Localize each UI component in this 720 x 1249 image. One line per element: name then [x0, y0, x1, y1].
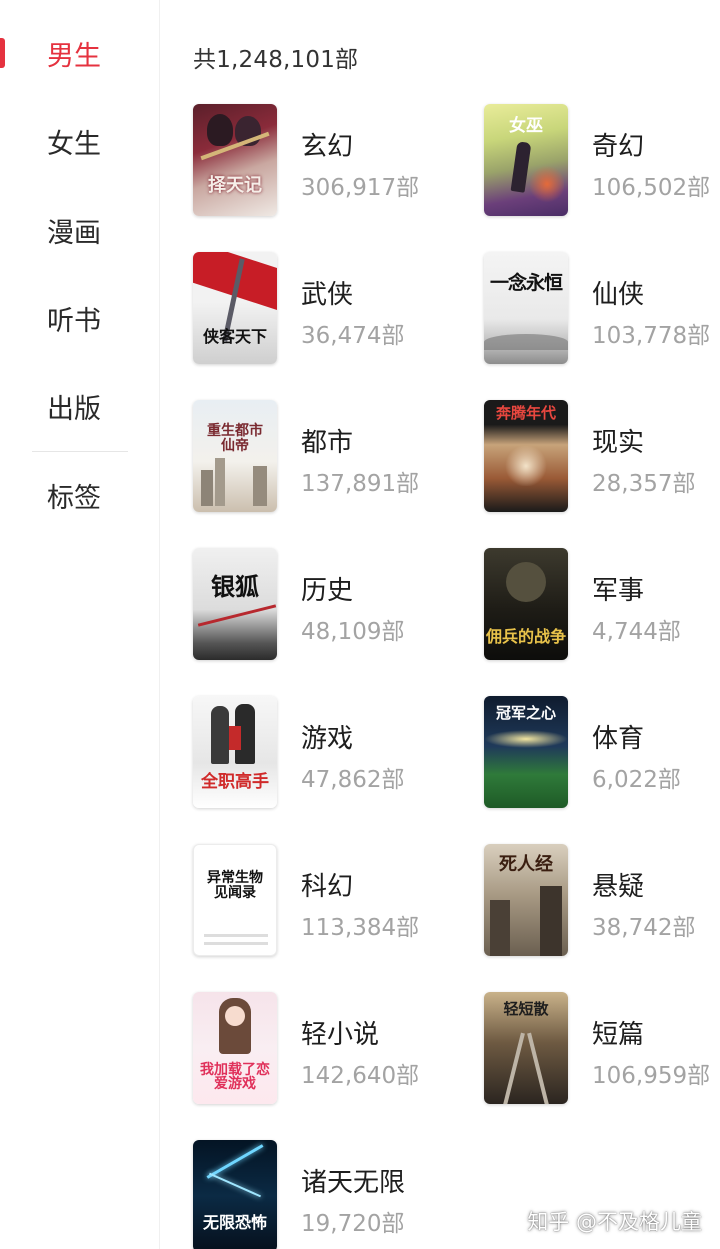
category-name: 历史 [301, 576, 354, 606]
book-cover: 女巫 [484, 104, 568, 216]
sidebar-item-tags[interactable]: 标签 [0, 465, 160, 525]
book-cover: 侠客天下 [193, 252, 277, 364]
sidebar-item-label: 标签 [47, 482, 101, 514]
category-count: 6,022部 [592, 767, 681, 793]
sidebar-item-comics[interactable]: 漫画 [0, 200, 160, 260]
cover-title: 死人经 [499, 854, 553, 875]
cover-title: 全职高手 [201, 772, 269, 793]
sidebar-item-male[interactable]: 男生 [0, 23, 160, 83]
category-name: 都市 [301, 428, 354, 458]
book-cover: 全职高手 [193, 696, 277, 808]
cover-title: 择天记 [208, 175, 262, 197]
category-name: 短篇 [592, 1020, 645, 1050]
category-name: 悬疑 [592, 872, 645, 902]
cover-title: 轻短散 [503, 1000, 549, 1018]
category-name: 玄幻 [301, 132, 354, 162]
book-cover: 重生都市仙帝 [193, 400, 277, 512]
category-name: 奇幻 [592, 132, 645, 162]
cover-title: 女巫 [509, 116, 543, 136]
category-name: 军事 [592, 576, 645, 606]
cover-title: 银狐 [211, 572, 259, 601]
category-item-qingxiaoshuo[interactable]: 我加载了恋爱游戏 轻小说 142,640部 [193, 992, 443, 1104]
category-name: 武侠 [301, 280, 354, 310]
category-item-lishi[interactable]: 银狐 历史 48,109部 [193, 548, 443, 660]
category-count: 142,640部 [301, 1063, 420, 1089]
category-count: 48,109部 [301, 619, 405, 645]
category-name: 仙侠 [592, 280, 645, 310]
sidebar-divider [32, 451, 128, 452]
sidebar-item-label: 出版 [47, 393, 101, 425]
category-count: 47,862部 [301, 767, 405, 793]
cover-title: 无限恐怖 [202, 1213, 267, 1233]
category-count: 106,959部 [592, 1063, 711, 1089]
category-count: 36,474部 [301, 323, 405, 349]
sidebar-item-published[interactable]: 出版 [0, 376, 160, 436]
sidebar-item-label: 男生 [47, 40, 101, 72]
category-item-xuanhuan[interactable]: 择天记 玄幻 306,917部 [193, 104, 443, 216]
sidebar-item-label: 漫画 [47, 217, 101, 249]
sidebar-item-label: 听书 [47, 305, 101, 337]
category-sidebar: 男生 女生 漫画 听书 出版 标签 [0, 0, 160, 1249]
book-cover: 无限恐怖 [193, 1140, 277, 1249]
category-name: 科幻 [301, 872, 354, 902]
category-item-dushi[interactable]: 重生都市仙帝 都市 137,891部 [193, 400, 443, 512]
book-cover: 佣兵的战争 [484, 548, 568, 660]
cover-title: 侠客天下 [202, 327, 267, 347]
book-cover: 择天记 [193, 104, 277, 216]
total-count: 共1,248,101部 [193, 47, 359, 73]
category-name: 诸天无限 [301, 1168, 406, 1198]
watermark: 知乎 @不及格儿童 [527, 1210, 702, 1234]
category-item-qihuan[interactable]: 女巫 奇幻 106,502部 [484, 104, 720, 216]
category-item-junshi[interactable]: 佣兵的战争 军事 4,744部 [484, 548, 720, 660]
category-count: 106,502部 [592, 175, 711, 201]
category-count: 28,357部 [592, 471, 696, 497]
cover-title: 佣兵的战争 [485, 627, 566, 647]
category-name: 游戏 [301, 724, 354, 754]
sidebar-item-audiobooks[interactable]: 听书 [0, 288, 160, 348]
book-cover: 异常生物见闻录 [193, 844, 277, 956]
category-count: 103,778部 [592, 323, 711, 349]
category-item-tiyu[interactable]: 冠军之心 体育 6,022部 [484, 696, 720, 808]
sidebar-item-label: 女生 [47, 128, 101, 160]
category-name: 体育 [592, 724, 645, 754]
category-item-wuxia[interactable]: 侠客天下 武侠 36,474部 [193, 252, 443, 364]
book-cover: 冠军之心 [484, 696, 568, 808]
sidebar-item-female[interactable]: 女生 [0, 111, 160, 171]
book-cover: 奔腾年代 [484, 400, 568, 512]
category-name: 现实 [592, 428, 645, 458]
category-count: 137,891部 [301, 471, 420, 497]
category-item-duanpian[interactable]: 轻短散 短篇 106,959部 [484, 992, 720, 1104]
book-cover: 银狐 [193, 548, 277, 660]
category-count: 306,917部 [301, 175, 420, 201]
cover-title: 我加载了恋爱游戏 [200, 1061, 270, 1093]
category-count: 113,384部 [301, 915, 420, 941]
book-cover: 死人经 [484, 844, 568, 956]
category-count: 38,742部 [592, 915, 696, 941]
category-item-zhutianwuxian[interactable]: 无限恐怖 诸天无限 19,720部 [193, 1140, 443, 1249]
category-name: 轻小说 [301, 1020, 380, 1050]
cover-title: 奔腾年代 [495, 404, 556, 422]
category-item-xianxia[interactable]: 一念永恒 仙侠 103,778部 [484, 252, 720, 364]
cover-title: 一念永恒 [489, 272, 563, 294]
book-cover: 一念永恒 [484, 252, 568, 364]
category-count: 19,720部 [301, 1211, 405, 1237]
category-item-xuanyi[interactable]: 死人经 悬疑 38,742部 [484, 844, 720, 956]
category-item-kehuan[interactable]: 异常生物见闻录 科幻 113,384部 [193, 844, 443, 956]
category-item-xianshi[interactable]: 奔腾年代 现实 28,357部 [484, 400, 720, 512]
book-cover: 我加载了恋爱游戏 [193, 992, 277, 1104]
book-cover: 轻短散 [484, 992, 568, 1104]
category-item-youxi[interactable]: 全职高手 游戏 47,862部 [193, 696, 443, 808]
cover-title: 重生都市仙帝 [207, 423, 263, 454]
cover-title: 冠军之心 [495, 704, 556, 722]
category-count: 4,744部 [592, 619, 681, 645]
cover-title: 异常生物见闻录 [207, 870, 263, 901]
